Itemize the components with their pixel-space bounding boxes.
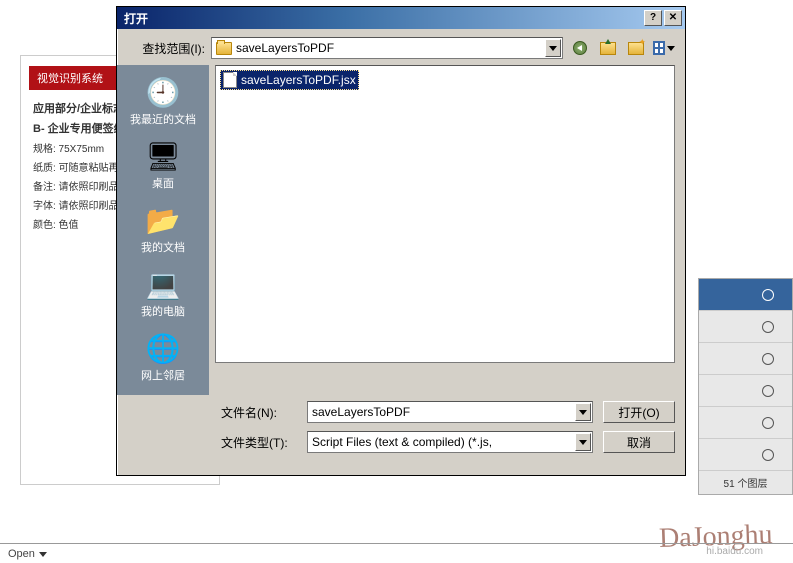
chevron-down-icon <box>579 410 587 415</box>
filename-input[interactable]: saveLayersToPDF <box>307 401 593 423</box>
layer-visibility-icon[interactable] <box>762 321 774 333</box>
filename-value: saveLayersToPDF <box>312 405 410 419</box>
combo-dropdown-button[interactable] <box>575 403 591 421</box>
layer-row[interactable] <box>699 311 792 343</box>
chevron-down-icon <box>579 440 587 445</box>
file-list[interactable]: saveLayersToPDF.jsx <box>215 65 675 363</box>
open-button[interactable]: 打开(O) <box>603 401 675 423</box>
sidebar-item-mydocs[interactable]: 📂 我的文档 <box>121 199 205 261</box>
layer-visibility-icon[interactable] <box>762 289 774 301</box>
sidebar-item-label: 网上邻居 <box>121 367 205 383</box>
cancel-button[interactable]: 取消 <box>603 431 675 453</box>
filetype-combo[interactable]: Script Files (text & compiled) (*.js, <box>307 431 593 453</box>
layer-row[interactable] <box>699 343 792 375</box>
app-footer: Open <box>0 543 793 563</box>
sidebar-item-network[interactable]: 🌐 网上邻居 <box>121 327 205 389</box>
combo-dropdown-button[interactable] <box>545 39 561 57</box>
chevron-down-icon <box>39 552 47 557</box>
file-name: saveLayersToPDF.jsx <box>241 73 356 87</box>
desktop-icon: 🖥 <box>146 139 180 173</box>
my-documents-icon: 📂 <box>146 203 180 237</box>
footer-open-menu[interactable]: Open <box>8 548 47 560</box>
lookin-combo[interactable]: saveLayersToPDF <box>211 37 563 59</box>
combo-dropdown-button[interactable] <box>575 433 591 451</box>
sidebar-item-recent[interactable]: 🕘 我最近的文档 <box>121 71 205 133</box>
file-icon <box>223 72 237 88</box>
layer-row[interactable] <box>699 439 792 471</box>
titlebar[interactable]: 打开 ? ✕ <box>117 7 685 29</box>
new-folder-button[interactable] <box>625 37 647 59</box>
filetype-label: 文件类型(T): <box>221 434 297 451</box>
layer-visibility-icon[interactable] <box>762 385 774 397</box>
help-button[interactable]: ? <box>644 10 662 26</box>
sidebar-item-mycomputer[interactable]: 💻 我的电脑 <box>121 263 205 325</box>
sidebar-item-label: 我的电脑 <box>121 303 205 319</box>
filename-label: 文件名(N): <box>221 404 297 421</box>
lookin-label: 查找范围(I): <box>127 40 205 57</box>
view-icon <box>653 41 665 55</box>
chevron-down-icon <box>549 46 557 51</box>
layers-panel: 51 个图层 <box>698 278 793 495</box>
lookin-value: saveLayersToPDF <box>236 41 334 55</box>
layer-count: 51 个图层 <box>699 471 792 494</box>
dialog-title: 打开 <box>120 10 642 27</box>
recent-docs-icon: 🕘 <box>146 75 180 109</box>
up-button[interactable] <box>597 37 619 59</box>
network-places-icon: 🌐 <box>146 331 180 365</box>
places-sidebar: 🕘 我最近的文档 🖥 桌面 📂 我的文档 💻 我的电脑 🌐 网上邻居 <box>117 65 209 395</box>
sidebar-item-desktop[interactable]: 🖥 桌面 <box>121 135 205 197</box>
layer-row[interactable] <box>699 407 792 439</box>
back-button[interactable] <box>569 37 591 59</box>
layer-visibility-icon[interactable] <box>762 353 774 365</box>
file-item-selected[interactable]: saveLayersToPDF.jsx <box>220 70 359 90</box>
layer-row[interactable] <box>699 375 792 407</box>
sidebar-item-label: 桌面 <box>121 175 205 191</box>
open-dialog: 打开 ? ✕ 查找范围(I): saveLayersToPDF 🕘 我最近的文档… <box>116 6 686 476</box>
my-computer-icon: 💻 <box>146 267 180 301</box>
layer-visibility-icon[interactable] <box>762 449 774 461</box>
view-menu-button[interactable] <box>653 37 675 59</box>
layer-visibility-icon[interactable] <box>762 417 774 429</box>
folder-icon <box>216 42 232 55</box>
layer-row[interactable] <box>699 279 792 311</box>
new-folder-icon <box>628 42 644 55</box>
chevron-down-icon <box>667 46 675 51</box>
filetype-value: Script Files (text & compiled) (*.js, <box>312 435 492 449</box>
sidebar-item-label: 我的文档 <box>121 239 205 255</box>
folder-up-icon <box>600 42 616 55</box>
back-icon <box>573 41 587 55</box>
close-button[interactable]: ✕ <box>664 10 682 26</box>
sidebar-item-label: 我最近的文档 <box>121 111 205 127</box>
